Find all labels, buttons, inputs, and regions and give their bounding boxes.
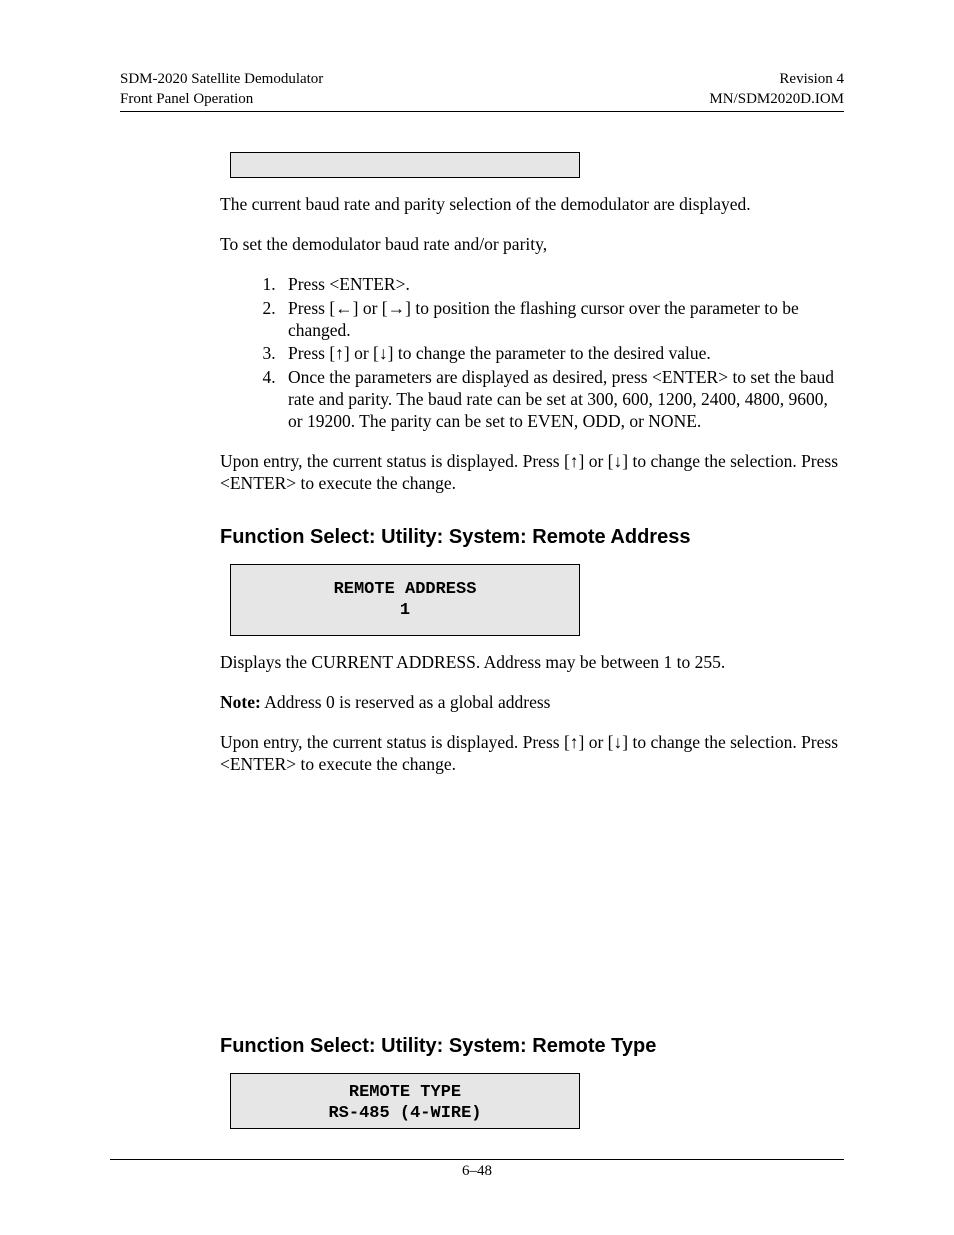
header-left-line2: Front Panel Operation bbox=[120, 90, 323, 110]
note: Note: Address 0 is reserved as a global … bbox=[220, 692, 844, 714]
lcd-line: REMOTE ADDRESS bbox=[231, 579, 579, 600]
footer-rule bbox=[110, 1159, 844, 1160]
paragraph: To set the demodulator baud rate and/or … bbox=[220, 234, 844, 256]
paragraph: The current baud rate and parity selecti… bbox=[220, 194, 844, 216]
header-right-line2: MN/SDM2020D.IOM bbox=[709, 90, 844, 110]
header-left: SDM-2020 Satellite Demodulator Front Pan… bbox=[120, 70, 323, 109]
lcd-line: RS-485 (4-WIRE) bbox=[231, 1103, 579, 1124]
header-left-line1: SDM-2020 Satellite Demodulator bbox=[120, 70, 323, 90]
page-number: 6–48 bbox=[0, 1163, 954, 1180]
lcd-line: 1 bbox=[231, 600, 579, 621]
step-item: Press [↑] or [↓] to change the parameter… bbox=[280, 343, 844, 365]
paragraph: Displays the CURRENT ADDRESS. Address ma… bbox=[220, 652, 844, 674]
paragraph: Upon entry, the current status is displa… bbox=[220, 451, 844, 495]
step-item: Once the parameters are displayed as des… bbox=[280, 367, 844, 433]
lcd-display-empty bbox=[230, 152, 580, 178]
ordered-steps: Press <ENTER>. Press [←] or [→] to posit… bbox=[220, 274, 844, 433]
page-body: The current baud rate and parity selecti… bbox=[120, 152, 844, 1129]
lcd-display-remote-address: REMOTE ADDRESS 1 bbox=[230, 564, 580, 637]
page: SDM-2020 Satellite Demodulator Front Pan… bbox=[0, 0, 954, 1235]
section-heading-remote-address: Function Select: Utility: System: Remote… bbox=[220, 525, 844, 550]
note-text: Address 0 is reserved as a global addres… bbox=[261, 692, 551, 712]
header-right-line1: Revision 4 bbox=[709, 70, 844, 90]
note-label: Note: bbox=[220, 692, 261, 712]
section-heading-remote-type: Function Select: Utility: System: Remote… bbox=[220, 1034, 844, 1059]
step-item: Press [←] or [→] to position the flashin… bbox=[280, 298, 844, 342]
spacer bbox=[220, 794, 844, 1004]
header-right: Revision 4 MN/SDM2020D.IOM bbox=[709, 70, 844, 109]
step-item: Press <ENTER>. bbox=[280, 274, 844, 296]
lcd-display-remote-type: REMOTE TYPE RS-485 (4-WIRE) bbox=[230, 1073, 580, 1130]
paragraph: Upon entry, the current status is displa… bbox=[220, 732, 844, 776]
lcd-line: REMOTE TYPE bbox=[231, 1082, 579, 1103]
page-header: SDM-2020 Satellite Demodulator Front Pan… bbox=[120, 70, 844, 112]
